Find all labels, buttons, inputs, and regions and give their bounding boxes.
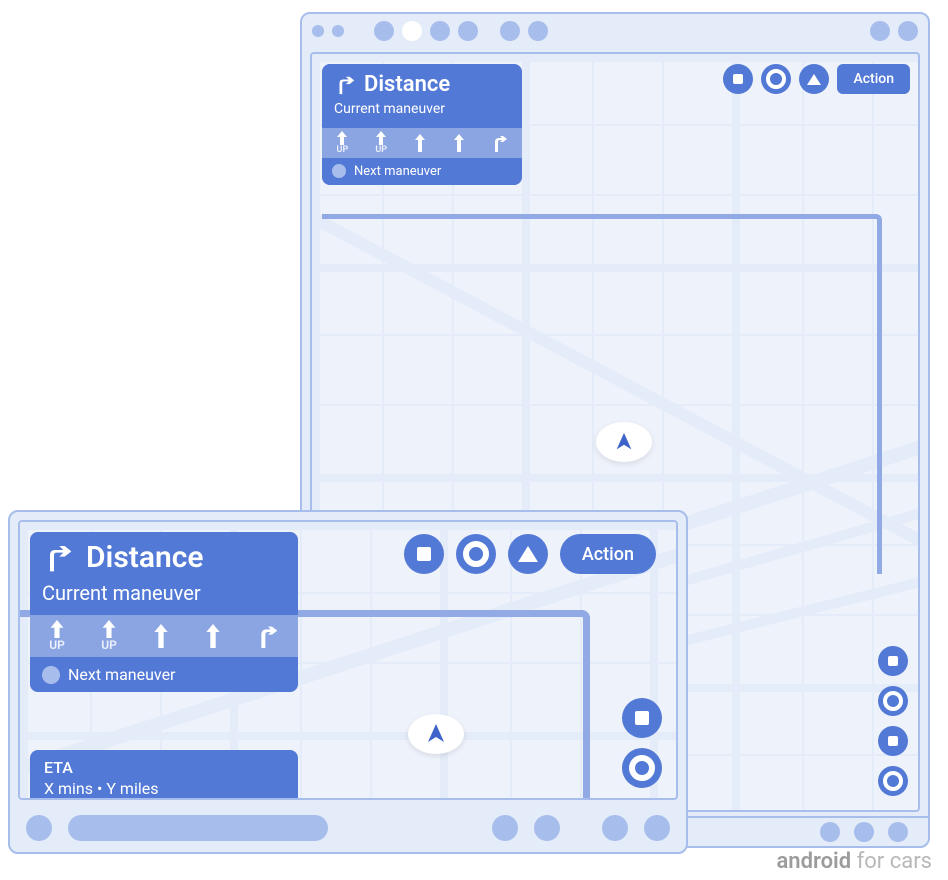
route-polyline [430, 610, 590, 800]
routing-card[interactable]: Distance Current maneuver UP UP Next man… [30, 532, 298, 692]
vehicle-marker-icon [596, 422, 652, 462]
next-maneuver-icon [332, 164, 346, 178]
current-maneuver-label: Current maneuver [42, 581, 286, 605]
map-control-button[interactable] [878, 766, 908, 796]
status-dot-icon [528, 21, 548, 41]
current-maneuver-label: Current maneuver [334, 101, 510, 118]
north-up-button[interactable] [799, 64, 829, 94]
action-button[interactable]: Action [560, 534, 656, 574]
map-control-button[interactable] [622, 748, 662, 788]
stop-button[interactable] [723, 64, 753, 94]
next-maneuver-row: Next maneuver [322, 158, 522, 185]
lane-up-icon [414, 134, 426, 152]
map-action-strip: Action [723, 64, 910, 94]
status-dot-icon [870, 21, 890, 41]
turn-right-icon [42, 542, 74, 574]
map-control-button[interactable] [622, 698, 662, 738]
status-dot-icon [854, 822, 874, 842]
lane-up-icon: UP [49, 620, 65, 652]
recenter-button[interactable] [761, 64, 791, 94]
status-dot-icon [888, 822, 908, 842]
turn-right-icon [334, 74, 356, 96]
device-landscape: Action Distance Current maneuver UP [8, 510, 688, 854]
routing-card-primary: Distance Current maneuver [30, 532, 298, 615]
status-dot-icon [430, 21, 450, 41]
map-control-stack [622, 698, 662, 788]
lane-up-icon: UP [375, 131, 387, 155]
routing-card-primary: Distance Current maneuver [322, 64, 522, 128]
nav-button[interactable] [492, 815, 518, 841]
map-control-button[interactable] [878, 686, 908, 716]
next-maneuver-label: Next maneuver [354, 164, 441, 179]
lane-up-icon: UP [101, 620, 117, 652]
map-action-strip: Action [404, 534, 656, 574]
lane-up-icon: UP [336, 131, 348, 155]
status-dot-icon [374, 21, 394, 41]
nav-bar [10, 804, 686, 852]
status-dot-icon [820, 822, 840, 842]
status-dot-icon [312, 25, 324, 37]
status-dot-icon [402, 21, 422, 41]
vehicle-marker-icon [408, 714, 464, 754]
next-maneuver-icon [42, 666, 60, 684]
eta-detail: X mins • Y miles [44, 779, 284, 798]
routing-card[interactable]: Distance Current maneuver UP UP Next man… [322, 64, 522, 185]
next-maneuver-label: Next maneuver [68, 665, 175, 684]
stop-button[interactable] [404, 534, 444, 574]
status-bar-top [302, 14, 928, 48]
distance-label: Distance [364, 72, 450, 97]
status-dot-icon [898, 21, 918, 41]
next-maneuver-row: Next maneuver [30, 657, 298, 692]
nav-button[interactable] [26, 815, 52, 841]
lane-up-icon [205, 624, 221, 648]
lane-right-icon [257, 624, 279, 648]
eta-card[interactable]: ETA X mins • Y miles [30, 750, 298, 800]
north-up-button[interactable] [508, 534, 548, 574]
status-dot-icon [500, 21, 520, 41]
nav-button[interactable] [534, 815, 560, 841]
distance-label: Distance [86, 540, 204, 575]
eta-title: ETA [44, 758, 284, 777]
map-control-button[interactable] [878, 646, 908, 676]
nav-pill-button[interactable] [68, 815, 328, 841]
lane-right-icon [492, 134, 508, 152]
map-control-button[interactable] [878, 726, 908, 756]
lane-guidance-strip: UP UP [30, 615, 298, 657]
lane-up-icon [153, 624, 169, 648]
nav-button[interactable] [602, 815, 628, 841]
action-button[interactable]: Action [837, 64, 910, 94]
recenter-button[interactable] [456, 534, 496, 574]
status-dot-icon [332, 25, 344, 37]
map-canvas[interactable]: Action Distance Current maneuver UP [18, 520, 678, 800]
watermark-label: android for cars [776, 849, 932, 874]
lane-up-icon [453, 134, 465, 152]
status-dot-icon [458, 21, 478, 41]
nav-button[interactable] [644, 815, 670, 841]
lane-guidance-strip: UP UP [322, 128, 522, 158]
map-control-stack [878, 646, 908, 796]
